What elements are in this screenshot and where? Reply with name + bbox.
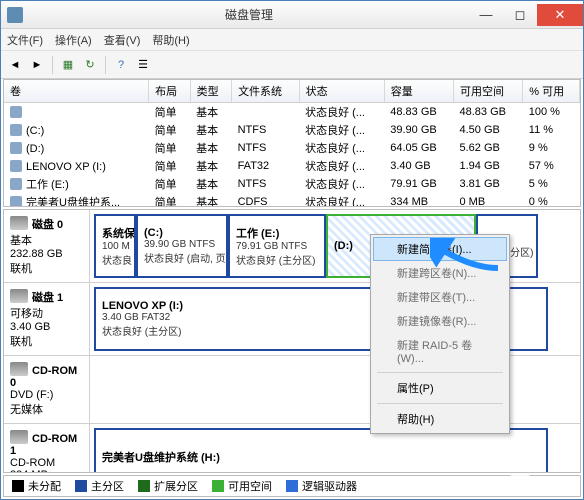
title-bar[interactable]: 磁盘管理 — ◻ ✕	[1, 1, 583, 29]
forward-button[interactable]: ►	[27, 55, 47, 75]
legend-item: 主分区	[75, 478, 124, 494]
window-title: 磁盘管理	[29, 6, 469, 23]
minimize-button[interactable]: —	[469, 4, 503, 26]
list-view-button[interactable]: ☰	[133, 55, 153, 75]
volume-icon	[10, 106, 22, 118]
menu-action[interactable]: 操作(A)	[55, 32, 92, 48]
context-menu-item[interactable]: 新建简单卷(I)...	[373, 237, 507, 261]
watermark: 系统之家	[510, 474, 578, 494]
column-header[interactable]: % 可用	[523, 80, 580, 103]
volume-icon	[10, 124, 22, 136]
app-icon	[7, 7, 23, 23]
legend-item: 可用空间	[212, 478, 272, 494]
column-header[interactable]: 可用空间	[454, 80, 523, 103]
context-menu-properties[interactable]: 属性(P)	[373, 376, 507, 400]
refresh-button[interactable]: ↻	[80, 55, 100, 75]
watermark-icon	[510, 474, 530, 494]
close-button[interactable]: ✕	[537, 4, 583, 26]
maximize-button[interactable]: ◻	[503, 4, 537, 26]
volume-icon	[10, 196, 22, 207]
legend-item: 未分配	[12, 478, 61, 494]
volume-table: 卷布局类型文件系统状态容量可用空间% 可用 简单基本状态良好 (...48.83…	[4, 80, 580, 207]
partition[interactable]: (C:)39.90 GB NTFS状态良好 (启动, 页面	[136, 214, 228, 278]
context-menu-item: 新建 RAID-5 卷(W)...	[373, 333, 507, 369]
context-menu-item: 新建镜像卷(R)...	[373, 309, 507, 333]
volume-row[interactable]: 完美者U盘维护系...简单基本CDFS状态良好 (...334 MB0 MB0 …	[4, 193, 580, 207]
toolbar-icon[interactable]: ▦	[58, 55, 78, 75]
legend-bar: 未分配主分区扩展分区可用空间逻辑驱动器	[3, 475, 581, 497]
menu-file[interactable]: 文件(F)	[7, 32, 43, 48]
disk-icon	[10, 216, 28, 230]
column-header[interactable]: 文件系统	[232, 80, 300, 103]
volume-icon	[10, 142, 22, 154]
volume-list-panel[interactable]: 卷布局类型文件系统状态容量可用空间% 可用 简单基本状态良好 (...48.83…	[3, 79, 581, 207]
column-header[interactable]: 布局	[149, 80, 190, 103]
volume-row[interactable]: (D:)简单基本NTFS状态良好 (...64.05 GB5.62 GB9 %	[4, 139, 580, 157]
partition[interactable]: 工作 (E:)79.91 GB NTFS状态良好 (主分区)	[228, 214, 326, 278]
partition[interactable]: 系统保100 M状态良	[94, 214, 136, 278]
column-header[interactable]: 卷	[4, 80, 149, 103]
menu-bar: 文件(F) 操作(A) 查看(V) 帮助(H)	[1, 29, 583, 51]
menu-help[interactable]: 帮助(H)	[152, 32, 189, 48]
disk-icon	[10, 362, 28, 376]
help-button[interactable]: ?	[111, 55, 131, 75]
context-menu-item: 新建带区卷(T)...	[373, 285, 507, 309]
disk-header[interactable]: CD-ROM 1CD-ROM334 MB	[4, 424, 90, 473]
volume-icon	[10, 178, 22, 190]
disk-header[interactable]: 磁盘 0基本232.88 GB联机	[4, 210, 90, 282]
volume-row[interactable]: LENOVO XP (I:)简单基本FAT32状态良好 (...3.40 GB1…	[4, 157, 580, 175]
context-menu: 新建简单卷(I)...新建跨区卷(N)...新建带区卷(T)...新建镜像卷(R…	[370, 234, 510, 434]
disk-icon	[10, 289, 28, 303]
volume-row[interactable]: (C:)简单基本NTFS状态良好 (...39.90 GB4.50 GB11 %	[4, 121, 580, 139]
context-menu-item: 新建跨区卷(N)...	[373, 261, 507, 285]
disk-header[interactable]: CD-ROM 0DVD (F:)无媒体	[4, 356, 90, 423]
column-header[interactable]: 状态	[299, 80, 384, 103]
toolbar: ◄ ► ▦ ↻ ? ☰	[1, 51, 583, 79]
menu-view[interactable]: 查看(V)	[104, 32, 141, 48]
partition[interactable]: 完美者U盘维护系统 (H:)	[94, 428, 548, 473]
column-header[interactable]: 容量	[384, 80, 453, 103]
volume-row[interactable]: 简单基本状态良好 (...48.83 GB48.83 GB100 %	[4, 103, 580, 122]
volume-row[interactable]: 工作 (E:)简单基本NTFS状态良好 (...79.91 GB3.81 GB5…	[4, 175, 580, 193]
context-menu-help[interactable]: 帮助(H)	[373, 407, 507, 431]
back-button[interactable]: ◄	[5, 55, 25, 75]
volume-icon	[10, 160, 22, 172]
column-header[interactable]: 类型	[190, 80, 231, 103]
legend-item: 逻辑驱动器	[286, 478, 357, 494]
legend-item: 扩展分区	[138, 478, 198, 494]
disk-header[interactable]: 磁盘 1可移动3.40 GB联机	[4, 283, 90, 355]
disk-icon	[10, 430, 28, 444]
watermark-text: 系统之家	[534, 476, 578, 492]
